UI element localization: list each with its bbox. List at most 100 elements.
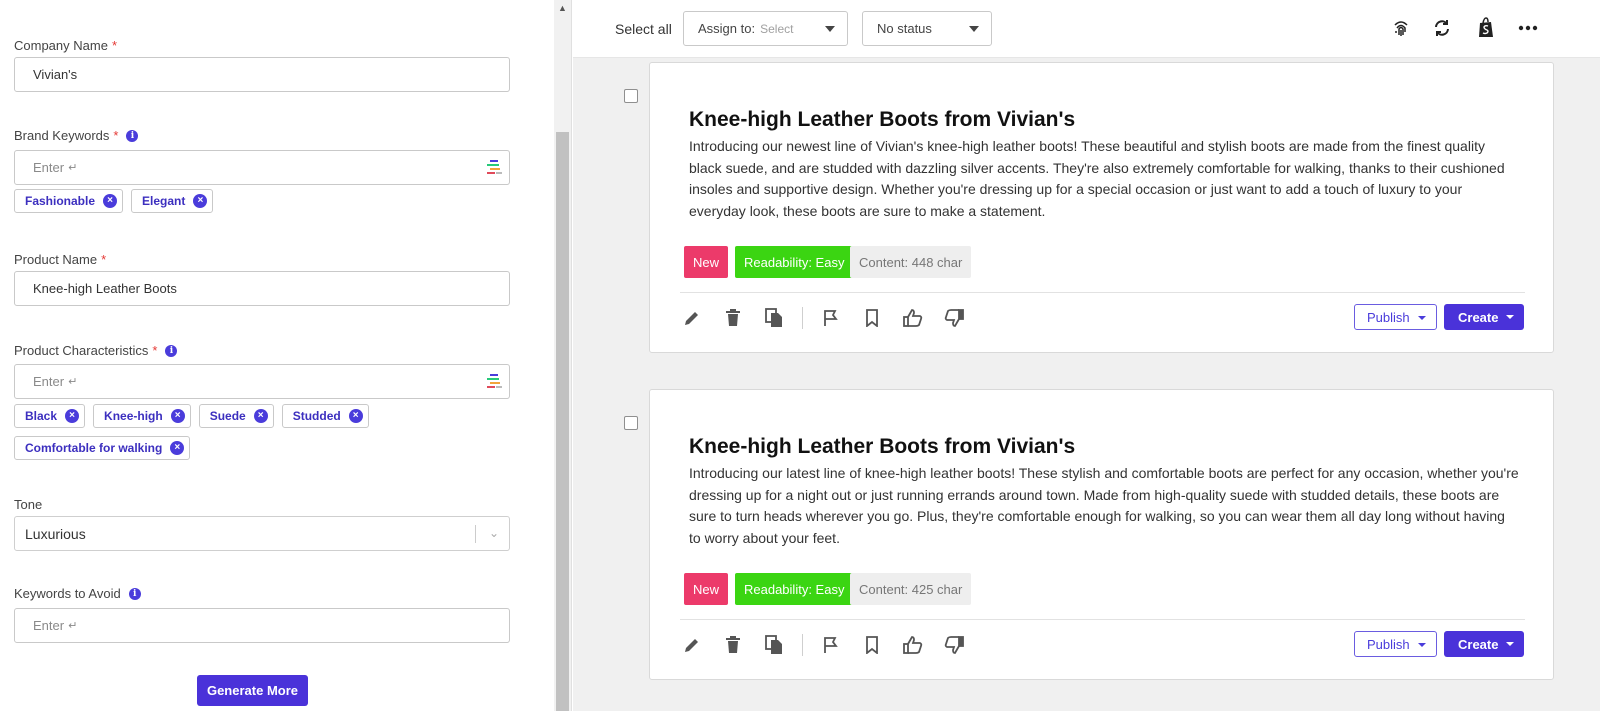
product-name-input[interactable]: Knee-high Leather Boots <box>14 271 510 306</box>
publish-button[interactable]: Publish <box>1354 304 1437 330</box>
required-marker: * <box>101 252 107 267</box>
tag-chip: Black × <box>14 404 86 428</box>
delete-icon[interactable] <box>722 307 744 329</box>
content-length-badge: Content: 448 char <box>850 246 972 278</box>
scrollbar-thumb[interactable] <box>556 132 569 711</box>
tag-label: Studded <box>292 409 341 423</box>
caret-down-icon <box>969 26 979 32</box>
company-name-input[interactable]: Vivian's <box>14 57 510 92</box>
company-name-value: Vivian's <box>33 67 78 82</box>
flag-icon[interactable] <box>820 634 842 656</box>
select-all-link[interactable]: Select all <box>615 21 672 37</box>
delete-icon[interactable] <box>722 634 744 656</box>
card-select-checkbox[interactable] <box>624 89 638 103</box>
tag-label: Suede <box>209 409 246 423</box>
thumbs-up-icon[interactable] <box>902 634 924 656</box>
create-label: Create <box>1458 636 1499 652</box>
remove-tag-icon[interactable]: × <box>193 194 208 208</box>
info-icon[interactable]: i <box>165 344 178 357</box>
publish-button[interactable]: Publish <box>1354 631 1437 657</box>
card-select-checkbox[interactable] <box>624 416 638 430</box>
new-badge: New <box>684 573 729 605</box>
create-button[interactable]: Create <box>1444 631 1524 657</box>
tag-chip: Comfortable for walking × <box>14 436 191 460</box>
refresh-icon[interactable] <box>1431 17 1453 39</box>
bookmark-icon[interactable] <box>861 307 883 329</box>
info-icon[interactable]: i <box>126 129 139 142</box>
edit-icon[interactable] <box>681 307 703 329</box>
brand-keywords-tags: Fashionable × Elegant × <box>14 189 514 213</box>
status-dropdown[interactable]: No status <box>862 11 992 46</box>
remove-tag-icon[interactable]: × <box>170 409 185 423</box>
assign-to-value: Select <box>760 21 794 36</box>
copy-icon[interactable] <box>763 634 785 656</box>
results-toolbar: Select all Assign to: Select No status <box>573 0 1600 58</box>
keywords-to-avoid-label-text: Keywords to Avoid <box>14 586 121 601</box>
card-title: Knee-high Leather Boots from Vivian's <box>689 108 1076 131</box>
caret-down-icon <box>1418 316 1426 320</box>
fingerprint-icon[interactable] <box>1390 17 1412 39</box>
caret-down-icon <box>1418 643 1426 647</box>
list-suggest-icon[interactable] <box>485 158 505 178</box>
remove-tag-icon[interactable]: × <box>103 194 118 208</box>
company-name-label-text: Company Name <box>14 38 108 53</box>
tag-chip: Fashionable × <box>14 189 124 213</box>
return-icon: ↵ <box>68 376 78 388</box>
generate-more-button[interactable]: Generate More <box>197 675 308 706</box>
status-value: No status <box>877 21 932 36</box>
tag-label: Fashionable <box>25 194 96 208</box>
readability-badge: Readability: Easy <box>735 246 854 278</box>
remove-tag-icon[interactable]: × <box>65 409 80 423</box>
flag-icon[interactable] <box>820 307 842 329</box>
keywords-to-avoid-input[interactable]: Enter ↵ <box>14 608 510 643</box>
tone-value: Luxurious <box>25 525 86 542</box>
required-marker: * <box>113 128 119 143</box>
action-separator <box>802 307 803 329</box>
card-body: Introducing our newest line of Vivian's … <box>689 138 1505 219</box>
create-label: Create <box>1458 309 1499 325</box>
brand-keywords-placeholder: Enter <box>33 160 65 175</box>
brand-keywords-label-text: Brand Keywords <box>14 128 110 143</box>
tag-label: Knee-high <box>104 409 163 423</box>
results-panel: Select all Assign to: Select No status K… <box>573 0 1600 711</box>
brand-keywords-input[interactable]: Enter ↵ <box>14 150 510 185</box>
shopify-icon[interactable] <box>1475 17 1497 39</box>
info-icon[interactable]: i <box>128 587 141 600</box>
more-options-icon[interactable] <box>1517 17 1539 39</box>
tag-label: Comfortable for walking <box>25 441 163 455</box>
company-name-label: Company Name * <box>14 38 117 53</box>
copy-icon[interactable] <box>763 307 785 329</box>
publish-label: Publish <box>1367 309 1410 325</box>
create-button[interactable]: Create <box>1444 304 1524 330</box>
bookmark-icon[interactable] <box>861 634 883 656</box>
tag-chip: Elegant × <box>131 189 214 213</box>
tone-label: Tone <box>14 497 42 512</box>
tone-select[interactable]: Luxurious ⌄ <box>14 516 510 551</box>
keywords-to-avoid-label: Keywords to Avoid i <box>14 586 141 601</box>
card-divider <box>680 619 1525 620</box>
keywords-to-avoid-placeholder: Enter <box>33 618 65 633</box>
assign-to-dropdown[interactable]: Assign to: Select <box>683 11 848 46</box>
product-characteristics-input[interactable]: Enter ↵ <box>14 364 510 399</box>
remove-tag-icon[interactable]: × <box>170 441 185 455</box>
edit-icon[interactable] <box>681 634 703 656</box>
tag-chip: Suede × <box>198 404 274 428</box>
publish-label: Publish <box>1367 636 1410 652</box>
new-badge: New <box>684 246 729 278</box>
tag-chip: Knee-high × <box>93 404 191 428</box>
remove-tag-icon[interactable]: × <box>253 409 268 423</box>
caret-down-icon <box>825 26 835 32</box>
action-separator <box>802 634 803 656</box>
vertical-scrollbar[interactable]: ▲ <box>554 0 572 711</box>
thumbs-up-icon[interactable] <box>902 307 924 329</box>
list-suggest-icon[interactable] <box>485 372 505 392</box>
thumbs-down-icon[interactable] <box>943 634 965 656</box>
card-body: Introducing our latest line of knee-high… <box>689 465 1519 546</box>
product-name-label-text: Product Name <box>14 252 98 267</box>
tone-label-text: Tone <box>14 497 43 512</box>
thumbs-down-icon[interactable] <box>943 307 965 329</box>
scroll-up-icon[interactable]: ▲ <box>558 3 567 13</box>
remove-tag-icon[interactable]: × <box>348 409 363 423</box>
product-characteristics-tags: Black × Knee-high × Suede × Studded × Co… <box>14 404 514 460</box>
generation-form-panel: Company Name * Vivian's Brand Keywords *… <box>0 0 566 711</box>
